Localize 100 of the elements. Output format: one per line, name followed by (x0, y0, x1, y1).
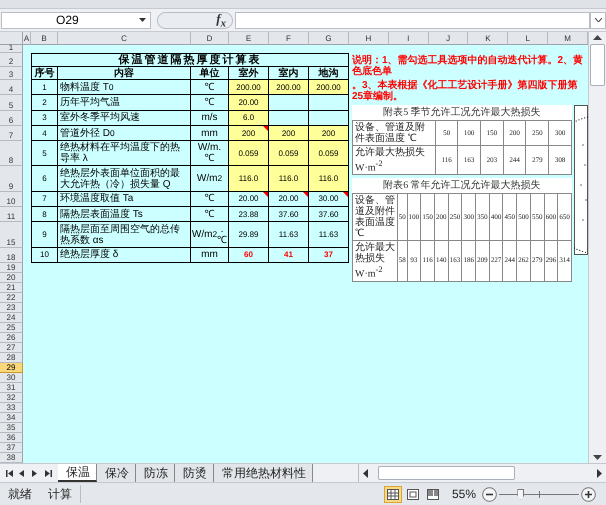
row-header[interactable]: 29 (0, 363, 23, 373)
column-header[interactable]: K (468, 32, 508, 45)
zoom-out-icon[interactable] (482, 486, 497, 502)
row-header[interactable]: 15 (0, 222, 23, 248)
row-header[interactable]: 3 (0, 67, 23, 80)
scroll-left-arrow-icon[interactable] (363, 468, 368, 478)
row-header[interactable]: 7 (0, 126, 23, 142)
column-header[interactable]: H (349, 32, 389, 45)
row-header[interactable]: 20 (0, 273, 23, 283)
table-cell: 0.059 (269, 141, 309, 166)
table-title: 保温管道隔热厚度计算表 (31, 53, 349, 67)
table-cell: 29.89 (229, 222, 269, 248)
column-header[interactable]: I (388, 32, 429, 45)
column-header[interactable]: L (508, 32, 548, 45)
table-cell: 3 (31, 110, 58, 126)
table-cell: 8 (31, 207, 58, 222)
previous-sheet-icon[interactable] (19, 470, 26, 476)
row-header[interactable]: 2 (0, 53, 23, 67)
zoom-level-text[interactable]: 55% (444, 487, 482, 501)
table-cell: ℃ (191, 192, 229, 208)
column-header[interactable]: J (428, 32, 468, 45)
sheet-tab[interactable]: 常用绝热材料性 (214, 464, 313, 482)
row-header[interactable]: 26 (0, 333, 23, 343)
first-sheet-icon[interactable] (6, 470, 13, 476)
table-cell: 20.00 (269, 192, 309, 208)
dropdown-caret-icon[interactable] (139, 18, 146, 22)
row-header[interactable]: 10 (0, 192, 23, 208)
column-header[interactable]: G (309, 32, 349, 45)
column-header[interactable]: B (31, 32, 58, 45)
row-header[interactable]: 6 (0, 110, 23, 126)
row-header[interactable]: 34 (0, 413, 23, 423)
zoom-slider-thumb[interactable] (517, 488, 524, 500)
table-cell: 30.00 (309, 192, 349, 208)
row-header[interactable]: 9 (0, 166, 23, 192)
column-header[interactable]: D (191, 32, 229, 45)
table-cell: 1 (31, 80, 58, 96)
row-header[interactable]: 23 (0, 303, 23, 313)
insert-function-button[interactable]: f$_{x}$ (216, 10, 226, 30)
row-header[interactable]: 11 (0, 207, 23, 222)
row-header[interactable]: 21 (0, 283, 23, 293)
sheet-tab[interactable]: 保冷 (97, 464, 136, 482)
row-header[interactable]: 27 (0, 343, 23, 353)
table-cell: 37 (309, 248, 349, 263)
row-header[interactable]: 5 (0, 95, 23, 111)
note-text: 说明：1、需勾选工具选项中的自动迭代计算。2、黄色底色单 (352, 55, 584, 77)
table-cell: 60 (229, 248, 269, 263)
table-cell: 环境温度取值 Ta (58, 192, 191, 208)
row-header[interactable]: 1 (0, 45, 23, 53)
row-header[interactable]: 32 (0, 393, 23, 403)
table-cell: 2 (31, 95, 58, 111)
table-cell: 20.00 (229, 192, 269, 208)
column-heading: 单位 (191, 67, 229, 80)
row-header[interactable]: 19 (0, 263, 23, 273)
sheet-tab[interactable]: 保温 (58, 464, 97, 482)
table-cell: 绝热层厚度 δ (58, 248, 191, 263)
column-header[interactable]: E (229, 32, 269, 45)
row-header[interactable]: 28 (0, 353, 23, 363)
scroll-right-arrow-icon[interactable] (597, 468, 602, 478)
zoom-in-icon[interactable] (581, 486, 596, 502)
column-header[interactable]: A (23, 32, 31, 45)
name-box-value: O29 (56, 13, 79, 27)
column-header[interactable]: C (58, 32, 191, 45)
sheet-tab[interactable]: 防冻 (136, 464, 175, 482)
row-header[interactable]: 4 (0, 80, 23, 96)
next-sheet-icon[interactable] (32, 470, 39, 476)
row-header[interactable]: 24 (0, 313, 23, 323)
row-header[interactable]: 30 (0, 373, 23, 383)
table-cell: 绝热材料在平均温度下的热导率 λ (58, 141, 191, 166)
table-cell: 允许最大热损失 W·m$^{-2}$ (352, 146, 436, 175)
row-header[interactable]: 18 (0, 248, 23, 263)
column-header[interactable]: M (548, 32, 588, 45)
last-sheet-icon[interactable] (45, 470, 52, 476)
row-header[interactable]: 31 (0, 383, 23, 393)
scrollbar-thumb[interactable] (590, 44, 605, 86)
table-cell: 200 (309, 126, 349, 142)
row-header[interactable]: 33 (0, 403, 23, 413)
zoom-slider[interactable] (499, 490, 579, 498)
table-cell: 116.0 (309, 166, 349, 192)
status-text: 计算 (47, 486, 73, 502)
row-header[interactable]: 22 (0, 293, 23, 303)
table-cell: 4 (31, 126, 58, 142)
table-cell: 200.00 (229, 80, 269, 96)
row-header[interactable]: 35 (0, 423, 23, 433)
row-header[interactable]: 37 (0, 443, 23, 453)
row-header[interactable]: 36 (0, 433, 23, 443)
view-button[interactable] (384, 486, 402, 502)
scroll-down-arrow-icon[interactable] (593, 455, 602, 460)
scrollbar-thumb[interactable] (378, 466, 515, 480)
column-header[interactable]: F (269, 32, 309, 45)
caret-icon (594, 18, 602, 22)
expand-formula-button[interactable] (590, 12, 606, 28)
row-header[interactable]: 25 (0, 323, 23, 333)
sheet-tab[interactable]: 防烫 (175, 464, 214, 482)
scroll-up-arrow-icon[interactable] (593, 35, 602, 40)
row-header[interactable]: 8 (0, 141, 23, 166)
vertical-scrollbar[interactable] (588, 32, 606, 463)
row-header[interactable]: 38 (0, 453, 23, 463)
formula-input-field[interactable] (235, 12, 590, 28)
table-cell: 隔热层面至周围空气的总传热系数 αs (58, 222, 191, 248)
name-box[interactable]: O29 (1, 12, 151, 28)
